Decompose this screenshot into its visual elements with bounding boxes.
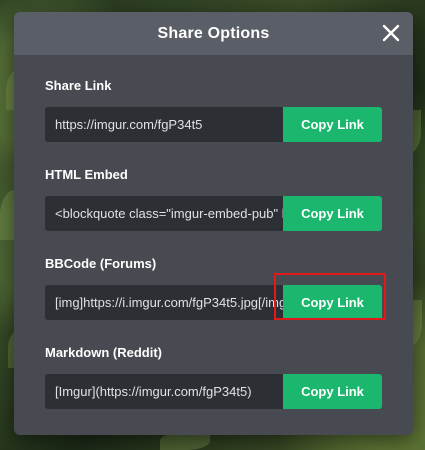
share-link-row: Copy Link (45, 107, 382, 142)
bbcode-row: Copy Link (45, 285, 382, 320)
markdown-label: Markdown (Reddit) (45, 345, 162, 360)
bbcode-label: BBCode (Forums) (45, 256, 157, 271)
copy-markdown-button[interactable]: Copy Link (283, 374, 382, 409)
copy-bbcode-button[interactable]: Copy Link (283, 285, 382, 320)
bbcode-section: BBCode (Forums) Copy Link (45, 256, 382, 320)
copy-html-embed-button[interactable]: Copy Link (283, 196, 382, 231)
share-options-modal: Share Options Share Link Copy Link HTML … (14, 12, 413, 435)
html-embed-field[interactable] (45, 196, 283, 231)
modal-title: Share Options (157, 24, 270, 42)
share-link-label: Share Link (45, 78, 112, 93)
markdown-field[interactable] (45, 374, 283, 409)
bbcode-field[interactable] (45, 285, 283, 320)
copy-share-link-button[interactable]: Copy Link (283, 107, 382, 142)
share-link-section: Share Link Copy Link (45, 78, 382, 142)
close-icon (382, 24, 400, 42)
html-embed-row: Copy Link (45, 196, 382, 231)
markdown-row: Copy Link (45, 374, 382, 409)
html-embed-section: HTML Embed Copy Link (45, 167, 382, 231)
markdown-section: Markdown (Reddit) Copy Link (45, 345, 382, 409)
html-embed-label: HTML Embed (45, 167, 128, 182)
close-button[interactable] (381, 23, 401, 43)
modal-header: Share Options (14, 12, 413, 55)
share-link-field[interactable] (45, 107, 283, 142)
